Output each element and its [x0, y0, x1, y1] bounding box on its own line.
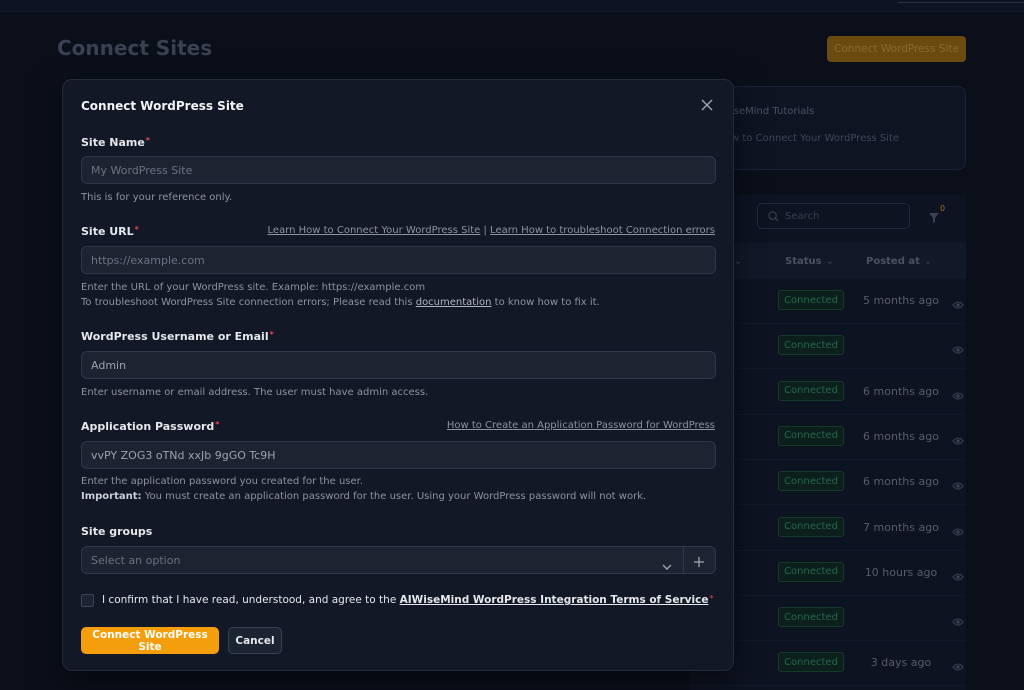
- links-separator: |: [480, 225, 491, 236]
- required-marker: *: [134, 225, 139, 234]
- site-url-input[interactable]: [81, 246, 716, 274]
- close-icon[interactable]: [699, 97, 715, 113]
- username-label: WordPress Username or Email*: [81, 330, 274, 343]
- add-group-icon[interactable]: [692, 554, 706, 568]
- status-badge: Connected: [778, 471, 844, 492]
- app-password-help-line2: Important: You must create an applicatio…: [81, 491, 647, 502]
- eye-icon[interactable]: [952, 567, 964, 586]
- tutorials-title: iseMind Tutorials: [731, 106, 815, 117]
- top-bar-right: [898, 0, 1024, 3]
- chevron-down-icon: ⌄: [923, 256, 933, 267]
- site-groups-label: Site groups: [81, 525, 153, 538]
- chevron-down-icon: ⌄: [825, 256, 834, 267]
- posted-at-cell: 6 months ago: [863, 475, 939, 489]
- app-password-label: Application Password*: [81, 420, 220, 433]
- filter-icon[interactable]: [928, 209, 940, 228]
- learn-troubleshoot-link[interactable]: Learn How to troubleshoot Connection err…: [490, 225, 715, 236]
- site-url-links: Learn How to Connect Your WordPress Site…: [268, 225, 715, 236]
- top-bar: [0, 0, 1024, 12]
- connect-wordpress-site-button[interactable]: Connect WordPress Site: [81, 627, 219, 654]
- eye-icon[interactable]: [952, 386, 964, 405]
- app-password-help: Enter the application password you creat…: [81, 474, 646, 504]
- chevron-down-icon: ⌄: [733, 256, 743, 267]
- app-password-links: How to Create an Application Password fo…: [447, 420, 715, 431]
- app-password-input[interactable]: [81, 441, 716, 469]
- posted-at-cell: 7 months ago: [863, 520, 939, 534]
- status-badge: Connected: [778, 561, 844, 582]
- status-badge: Connected: [778, 335, 844, 356]
- status-badge: Connected: [778, 290, 844, 310]
- learn-connect-link[interactable]: Learn How to Connect Your WordPress Site: [268, 225, 481, 236]
- site-groups-select[interactable]: Select an option: [81, 546, 716, 574]
- site-url-label: Site URL*: [81, 225, 139, 238]
- required-marker: *: [709, 594, 714, 603]
- search-input[interactable]: Search: [757, 203, 910, 229]
- posted-at-cell: 10 hours ago: [864, 565, 938, 579]
- required-marker: *: [269, 330, 274, 339]
- posted-at-cell: 3 days ago: [870, 656, 932, 670]
- username-input[interactable]: [81, 351, 716, 379]
- column-header-status[interactable]: Status ⌄: [785, 256, 834, 267]
- modal-title: Connect WordPress Site: [81, 99, 244, 113]
- eye-icon[interactable]: [952, 522, 964, 541]
- page-title: Connect Sites: [57, 36, 213, 60]
- site-name-input[interactable]: [81, 156, 716, 184]
- posted-at-cell: 6 months ago: [863, 429, 939, 443]
- site-url-help-line1: Enter the URL of your WordPress site. Ex…: [81, 282, 426, 293]
- chevron-down-icon: [662, 556, 672, 575]
- eye-icon[interactable]: [952, 295, 964, 314]
- status-badge: Connected: [778, 380, 844, 401]
- eye-icon[interactable]: [952, 340, 964, 359]
- posted-at-cell: 6 months ago: [863, 384, 939, 398]
- column-header-posted-at[interactable]: Posted at ⌄: [866, 256, 932, 267]
- status-badge: Connected: [778, 607, 844, 628]
- search-icon: [768, 210, 779, 222]
- filter-count-badge: 0: [940, 204, 946, 213]
- eye-icon[interactable]: [952, 612, 964, 631]
- create-app-password-link[interactable]: How to Create an Application Password fo…: [447, 420, 715, 431]
- status-badge: Connected: [778, 516, 844, 537]
- required-marker: *: [145, 136, 150, 145]
- status-badge: Connected: [778, 652, 844, 673]
- app-password-help-line1: Enter the application password you creat…: [81, 476, 364, 487]
- eye-icon[interactable]: [952, 431, 964, 450]
- site-groups-placeholder: Select an option: [91, 554, 181, 567]
- site-url-help-line2: To troubleshoot WordPress Site connectio…: [81, 297, 600, 308]
- terms-text: I confirm that I have read, understood, …: [102, 594, 714, 606]
- site-name-label: Site Name*: [81, 136, 150, 149]
- tutorials-link[interactable]: w to Connect Your WordPress Site: [731, 133, 899, 144]
- connect-site-modal: Connect WordPress Site Site Name* This i…: [62, 79, 734, 671]
- site-url-help: Enter the URL of your WordPress site. Ex…: [81, 280, 600, 310]
- cancel-button[interactable]: Cancel: [228, 627, 282, 654]
- username-help: Enter username or email address. The use…: [81, 387, 429, 398]
- terms-checkbox[interactable]: [81, 594, 94, 607]
- site-name-help: This is for your reference only.: [81, 192, 233, 203]
- connect-site-button[interactable]: Connect WordPress Site: [827, 36, 966, 62]
- status-badge: Connected: [778, 425, 844, 446]
- select-divider: [683, 547, 684, 573]
- search-placeholder: Search: [785, 210, 820, 222]
- documentation-link[interactable]: documentation: [416, 297, 492, 308]
- required-marker: *: [215, 420, 220, 429]
- posted-at-cell: 5 months ago: [863, 294, 939, 307]
- terms-link[interactable]: AIWiseMind WordPress Integration Terms o…: [400, 594, 709, 606]
- eye-icon[interactable]: [952, 476, 964, 495]
- eye-icon[interactable]: [952, 657, 964, 676]
